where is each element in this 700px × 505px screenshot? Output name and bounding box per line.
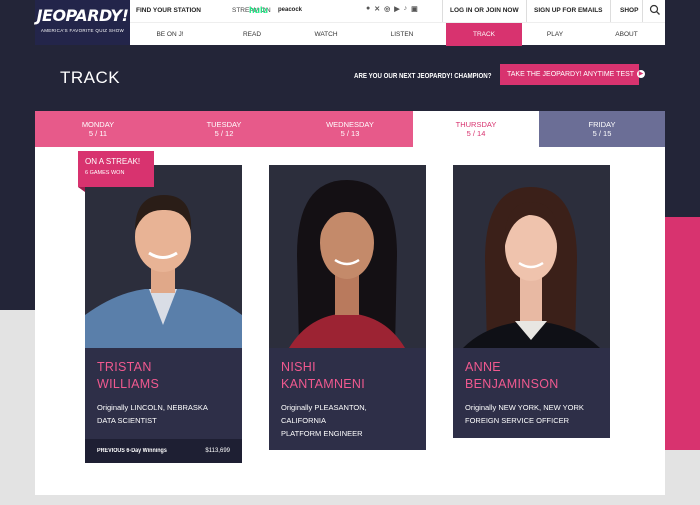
find-station-link[interactable]: FIND YOUR STATION	[136, 7, 201, 14]
signup-emails-link[interactable]: SIGN UP FOR EMAILS	[534, 7, 603, 14]
divider	[526, 0, 527, 22]
jeopardy-logo[interactable]: JEOPARDY! AMERICA'S FAVORITE QUIZ SHOW	[35, 0, 130, 45]
winnings-label: PREVIOUS 6-Day Winnings	[97, 448, 167, 454]
streak-games: 6 GAMES WON	[85, 170, 125, 176]
last-name: BENJAMINSON	[465, 377, 559, 391]
tab-day-label: THURSDAY	[455, 120, 497, 129]
contestant-name: ANNE BENJAMINSON	[453, 348, 610, 393]
tab-day-label: TUESDAY	[206, 120, 242, 129]
first-name: NISHI	[281, 360, 316, 374]
tab-friday[interactable]: FRIDAY 5 / 15	[539, 111, 665, 147]
tab-tuesday[interactable]: TUESDAY 5 / 12	[161, 111, 287, 147]
instagram-icon[interactable]: ◎	[384, 5, 390, 13]
tab-date-label: 5 / 15	[592, 129, 612, 138]
contestant-job: PLATFORM ENGINEER	[281, 429, 363, 438]
last-name: KANTAMNENI	[281, 377, 366, 391]
facebook-icon[interactable]: ●	[366, 5, 370, 13]
last-name: WILLIAMS	[97, 377, 160, 391]
tab-monday[interactable]: MONDAY 5 / 11	[35, 111, 161, 147]
hulu-logo[interactable]: hulu	[249, 5, 268, 15]
streak-title: ON A STREAK!	[85, 157, 141, 166]
day-tabs: MONDAY 5 / 11 TUESDAY 5 / 12 WEDNESDAY 5…	[35, 111, 665, 147]
winnings-bar: PREVIOUS 6-Day Winnings $113,699	[85, 439, 242, 463]
tab-date-label: 5 / 11	[88, 129, 108, 138]
nav-item-play[interactable]: PLAY	[522, 23, 588, 46]
divider	[442, 0, 443, 22]
tab-date-label: 5 / 12	[214, 129, 234, 138]
nav-item-listen[interactable]: LISTEN	[358, 23, 446, 46]
tab-thursday[interactable]: THURSDAY 5 / 14	[413, 111, 539, 147]
tab-day-label: WEDNESDAY	[326, 120, 374, 129]
x-icon[interactable]: ✕	[374, 5, 380, 13]
peacock-logo[interactable]: peacock	[278, 7, 302, 13]
main-nav: BE ON J! READ WATCH LISTEN TRACK PLAY AB…	[130, 22, 665, 46]
tab-day-label: FRIDAY	[588, 120, 616, 129]
divider	[642, 0, 643, 22]
contestant-job: FOREIGN SERVICE OFFICER	[465, 416, 570, 425]
podcast-icon[interactable]: ▣	[411, 5, 418, 13]
nav-item-track[interactable]: TRACK	[446, 23, 522, 46]
shop-link[interactable]: SHOP	[620, 7, 638, 14]
pink-accent-strip	[664, 217, 700, 450]
contestant-name: TRISTAN WILLIAMS	[85, 348, 242, 393]
badge-fold	[78, 187, 85, 192]
contestant-photo	[269, 165, 426, 348]
contestant-job: DATA SCIENTIST	[97, 416, 157, 425]
first-name: TRISTAN	[97, 360, 152, 374]
contestant-origin: Originally PLEASANTON,	[281, 403, 367, 412]
tab-date-label: 5 / 14	[466, 129, 486, 138]
contestant-card-anne[interactable]: ANNE BENJAMINSON Originally NEW YORK, NE…	[453, 165, 610, 438]
page-title: TRACK	[60, 68, 121, 87]
logo-wordmark: JEOPARDY!	[36, 6, 129, 25]
divider	[610, 0, 611, 22]
winnings-amount: $113,699	[205, 448, 230, 454]
contestant-photo	[85, 165, 242, 348]
login-link[interactable]: LOG IN OR JOIN NOW	[450, 7, 519, 14]
nav-item-about[interactable]: ABOUT	[588, 23, 665, 46]
nav-item-watch[interactable]: WATCH	[294, 23, 358, 46]
utility-bar: FIND YOUR STATION STREAM ON hulu peacock…	[130, 0, 665, 22]
streak-badge: ON A STREAK! 6 GAMES WON	[78, 151, 154, 187]
anytime-test-button[interactable]: TAKE THE JEOPARDY! ANYTIME TEST ▶	[500, 64, 646, 85]
anytime-test-label: TAKE THE JEOPARDY! ANYTIME TEST	[507, 71, 635, 78]
champion-question: ARE YOU OUR NEXT JEOPARDY! CHAMPION?	[354, 71, 492, 80]
contestant-photo	[453, 165, 610, 348]
contestant-origin-state: CALIFORNIA	[281, 416, 327, 425]
contestant-card-nishi[interactable]: NISHI KANTAMNENI Originally PLEASANTON, …	[269, 165, 426, 450]
tab-wednesday[interactable]: WEDNESDAY 5 / 13	[287, 111, 413, 147]
first-name: ANNE	[465, 360, 501, 374]
youtube-icon[interactable]: ▶	[394, 5, 399, 13]
search-icon[interactable]	[648, 3, 662, 17]
arrow-right-icon: ▶	[637, 70, 646, 79]
logo-tagline: AMERICA'S FAVORITE QUIZ SHOW	[40, 28, 125, 33]
contestant-name: NISHI KANTAMNENI	[269, 348, 426, 393]
nav-item-read[interactable]: READ	[210, 23, 294, 46]
contestant-origin: Originally LINCOLN, NEBRASKA	[97, 403, 208, 412]
contestant-card-tristan[interactable]: TRISTAN WILLIAMS Originally LINCOLN, NEB…	[85, 165, 242, 463]
tab-date-label: 5 / 13	[340, 129, 360, 138]
tab-day-label: MONDAY	[81, 120, 115, 129]
tiktok-icon[interactable]: ♪	[404, 5, 408, 13]
nav-item-be-on-j[interactable]: BE ON J!	[130, 23, 210, 46]
contestant-origin: Originally NEW YORK, NEW YORK	[465, 403, 584, 412]
social-links: ● ✕ ◎ ▶ ♪ ▣	[366, 5, 418, 13]
